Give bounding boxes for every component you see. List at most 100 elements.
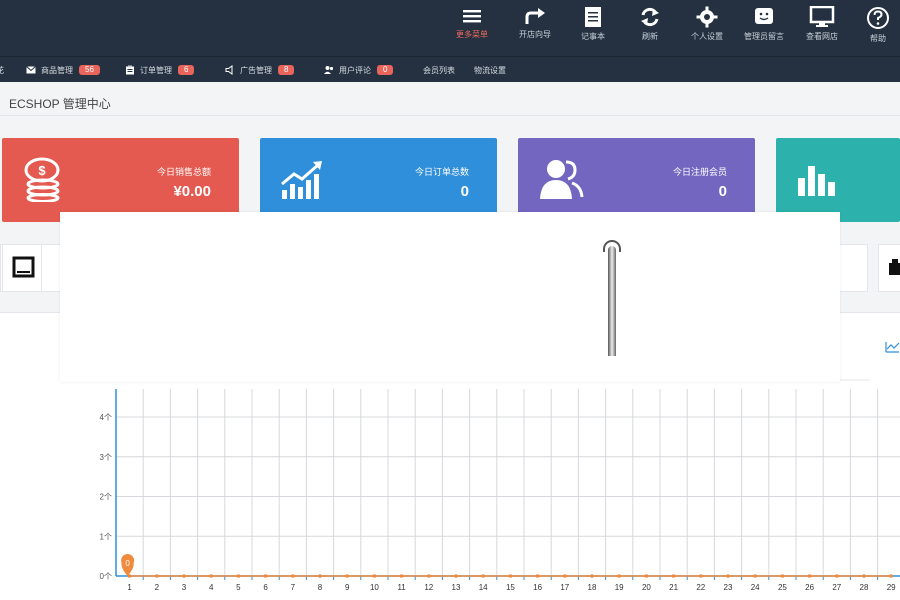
data-point (182, 574, 186, 578)
more-menu-label: 更多菜单 (456, 30, 488, 39)
x-tick-label: 11 (397, 583, 406, 592)
nav-item-comments[interactable]: 用户评论 0 (324, 62, 394, 78)
coins-icon: $ (22, 156, 68, 203)
nav-item-orders[interactable]: 订单管理 6 (125, 62, 195, 78)
x-tick-label: 24 (751, 583, 760, 592)
notepad-button[interactable]: 记事本 (563, 4, 623, 52)
data-point (753, 574, 757, 578)
x-tick-label: 12 (424, 583, 433, 592)
top-toolbar: 更多菜单 开店向导 记事本 刷新 个人设置 管理员留言 查看网店 帮助 (0, 0, 900, 56)
x-tick-label: 10 (370, 583, 379, 592)
data-point (318, 574, 322, 578)
data-point (590, 574, 594, 578)
nav-item-shipping[interactable]: 物流设置 (474, 62, 506, 78)
nav-comments-badge: 0 (377, 65, 394, 75)
data-point (508, 574, 513, 578)
nav-shipping-label: 物流设置 (474, 65, 506, 75)
svg-text:$: $ (38, 163, 46, 178)
personal-settings-label: 个人设置 (691, 32, 723, 41)
y-tick-label: 3个 (100, 453, 112, 462)
stat-card-sales: $ 今日销售总额 ¥0.00 (2, 138, 239, 222)
members-icon (538, 156, 584, 202)
y-tick-label: 2个 (100, 493, 112, 502)
data-point (263, 574, 268, 578)
x-tick-label: 7 (291, 583, 296, 592)
data-point (454, 574, 458, 578)
data-point (671, 574, 676, 578)
shop-wizard-button[interactable]: 开店向导 (505, 4, 565, 52)
data-label: 0 (125, 559, 130, 568)
x-tick-label: 14 (479, 583, 488, 592)
nav-item-members[interactable]: 会员列表 (423, 62, 455, 78)
quick-button-left[interactable] (2, 244, 42, 292)
x-tick-label: 4 (209, 583, 214, 592)
x-tick-label: 9 (345, 583, 350, 592)
quick-nav-bar: 花 商品管理 56 订单管理 6 广告管理 8 用户评论 0 会员列表 物流设置 (0, 56, 900, 82)
x-tick-label: 8 (318, 583, 323, 592)
data-point (236, 574, 241, 578)
y-tick-label: 1个 (100, 532, 112, 541)
x-tick-label: 27 (832, 583, 841, 592)
x-tick-label: 18 (588, 583, 597, 592)
y-tick-label: 0个 (100, 572, 112, 581)
more-menu-button[interactable]: 更多菜单 (442, 4, 502, 52)
nav-orders-label: 订单管理 (140, 65, 172, 75)
data-point (399, 574, 404, 578)
nav-ads-badge: 8 (278, 65, 295, 75)
x-tick-label: 20 (642, 583, 651, 592)
refresh-icon (641, 7, 659, 27)
shop-wizard-label: 开店向导 (519, 30, 551, 39)
sales-value: ¥0.00 (173, 183, 211, 200)
y-tick-label: 4个 (100, 413, 112, 422)
nav-item-ads[interactable]: 广告管理 8 (225, 62, 295, 78)
x-tick-label: 2 (155, 583, 160, 592)
x-tick-label: 28 (860, 583, 869, 592)
refresh-button[interactable]: 刷新 (620, 4, 680, 52)
nav-orders-badge: 6 (178, 65, 195, 75)
x-tick-label: 23 (724, 583, 733, 592)
nav-goods-badge: 56 (79, 65, 100, 75)
x-tick-label: 29 (887, 583, 896, 592)
data-point (155, 574, 159, 578)
members-value: 0 (718, 183, 727, 200)
notepad-icon (585, 7, 601, 27)
x-tick-label: 3 (182, 583, 187, 592)
data-point (862, 574, 866, 578)
data-point (209, 574, 213, 578)
speaker-icon (225, 65, 235, 75)
personal-settings-button[interactable]: 个人设置 (677, 4, 737, 52)
x-tick-label: 6 (263, 583, 268, 592)
nav-comments-label: 用户评论 (339, 65, 371, 75)
admin-message-button[interactable]: 管理员留言 (734, 4, 794, 52)
x-tick-label: 22 (696, 583, 705, 592)
x-tick-label: 5 (236, 583, 241, 592)
nav-goods-label: 商品管理 (41, 65, 73, 75)
nav-ads-label: 广告管理 (240, 65, 272, 75)
admin-message-label: 管理员留言 (744, 32, 784, 41)
help-icon (867, 7, 889, 29)
frame-icon (12, 256, 35, 278)
data-point (889, 574, 893, 578)
view-shop-label: 查看网店 (806, 32, 838, 41)
x-tick-label: 26 (805, 583, 814, 592)
x-tick-label: 19 (615, 583, 624, 592)
trend-up-icon (280, 156, 326, 202)
quick-button-right[interactable] (878, 244, 900, 292)
nav-cut-label: 花 (0, 62, 4, 78)
members-label: 今日注册会员 (672, 167, 727, 177)
clipboard-icon (125, 65, 135, 75)
x-tick-label: 17 (560, 583, 569, 592)
line-chart-toggle-icon[interactable] (885, 341, 900, 353)
data-point (427, 574, 431, 578)
stat-card-members: 今日注册会员 0 (518, 138, 755, 222)
help-button[interactable]: 帮助 (848, 4, 900, 52)
data-point (563, 574, 567, 578)
page-title-bar: ECSHOP 管理中心 (0, 86, 900, 116)
loading-overlay (60, 212, 840, 382)
nav-item-goods[interactable]: 商品管理 56 (26, 62, 100, 78)
data-point (644, 574, 649, 578)
orders-label: 今日订单总数 (414, 167, 469, 177)
bar-chart-icon (796, 156, 842, 202)
view-shop-button[interactable]: 查看网店 (792, 4, 852, 52)
x-tick-label: 21 (669, 583, 678, 592)
